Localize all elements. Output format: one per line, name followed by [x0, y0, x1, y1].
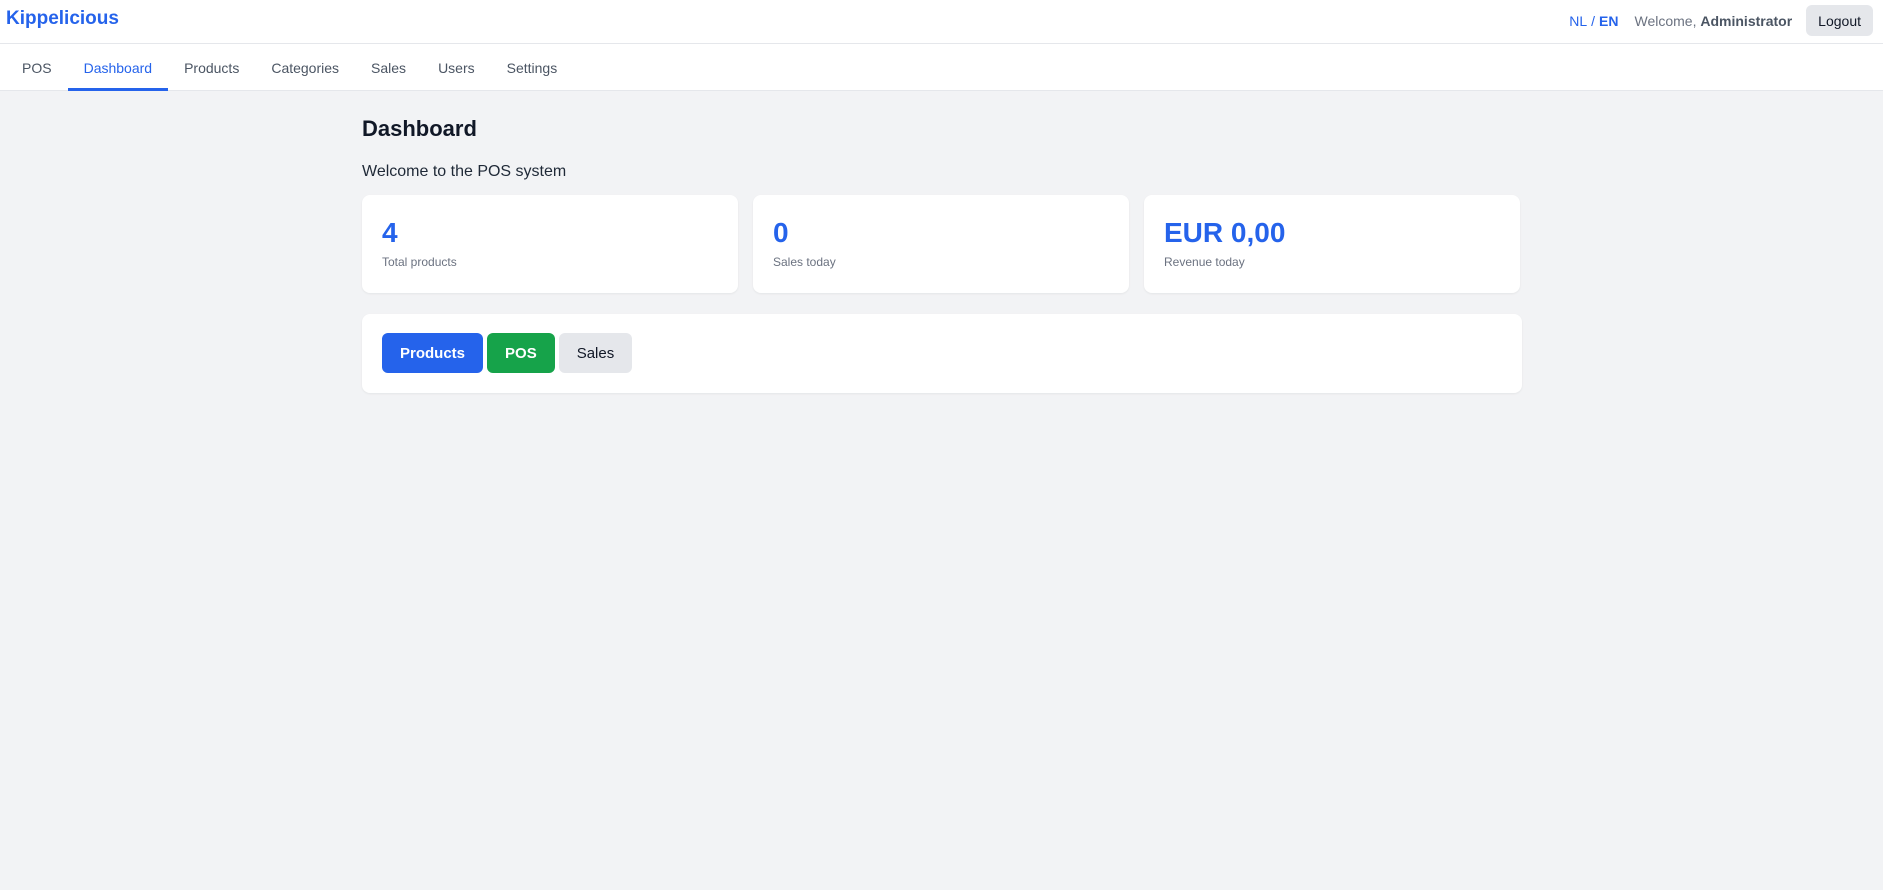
stat-label: Sales today — [773, 255, 836, 269]
stat-card-total-products: 4 Total products — [362, 195, 738, 293]
stat-card-sales-today: 0 Sales today — [753, 195, 1129, 293]
tab-settings[interactable]: Settings — [491, 44, 574, 91]
page-title: Dashboard — [362, 116, 477, 141]
products-button[interactable]: Products — [382, 333, 484, 373]
lang-en-link[interactable]: EN — [1599, 13, 1618, 29]
tab-pos[interactable]: POS — [6, 44, 68, 91]
stats-row: 4 Total products 0 Sales today EUR 0,00 … — [362, 195, 1522, 293]
lang-separator: / — [1591, 12, 1596, 29]
stat-value: EUR 0,00 — [1164, 217, 1286, 248]
tab-sales[interactable]: Sales — [355, 44, 422, 91]
tab-users[interactable]: Users — [422, 44, 491, 91]
brand-logo-link[interactable]: Kippelicious — [6, 8, 119, 30]
tab-dashboard[interactable]: Dashboard — [67, 44, 169, 91]
header-right: NL / EN Welcome, Administrator Logout — [1569, 5, 1873, 36]
stat-value: 4 — [382, 217, 398, 248]
logout-button[interactable]: Logout — [1806, 5, 1873, 36]
lang-nl-link[interactable]: NL — [1569, 13, 1587, 29]
stat-value: 0 — [773, 217, 789, 248]
tab-categories[interactable]: Categories — [255, 44, 355, 91]
stat-card-revenue-today: EUR 0,00 Revenue today — [1144, 195, 1520, 293]
quick-actions-card: Products POS Sales — [362, 314, 1522, 393]
stat-label: Revenue today — [1164, 255, 1245, 269]
stat-label: Total products — [382, 255, 457, 269]
top-bar: Kippelicious NL / EN Welcome, Administrato… — [0, 0, 1883, 44]
sales-button[interactable]: Sales — [558, 333, 633, 373]
tab-products[interactable]: Products — [168, 44, 255, 91]
language-switcher: NL / EN — [1569, 13, 1618, 29]
page-subtitle: Welcome to the POS system — [362, 163, 567, 180]
main-content: Dashboard Welcome to the POS system 4 To… — [362, 91, 1522, 393]
welcome-text: Welcome, Administrator — [1635, 13, 1793, 29]
user-name: Administrator — [1700, 12, 1793, 29]
pos-button[interactable]: POS — [487, 333, 555, 373]
main-nav: POS Dashboard Products Categories Sales … — [0, 44, 1883, 91]
welcome-prefix: Welcome, — [1634, 12, 1697, 29]
